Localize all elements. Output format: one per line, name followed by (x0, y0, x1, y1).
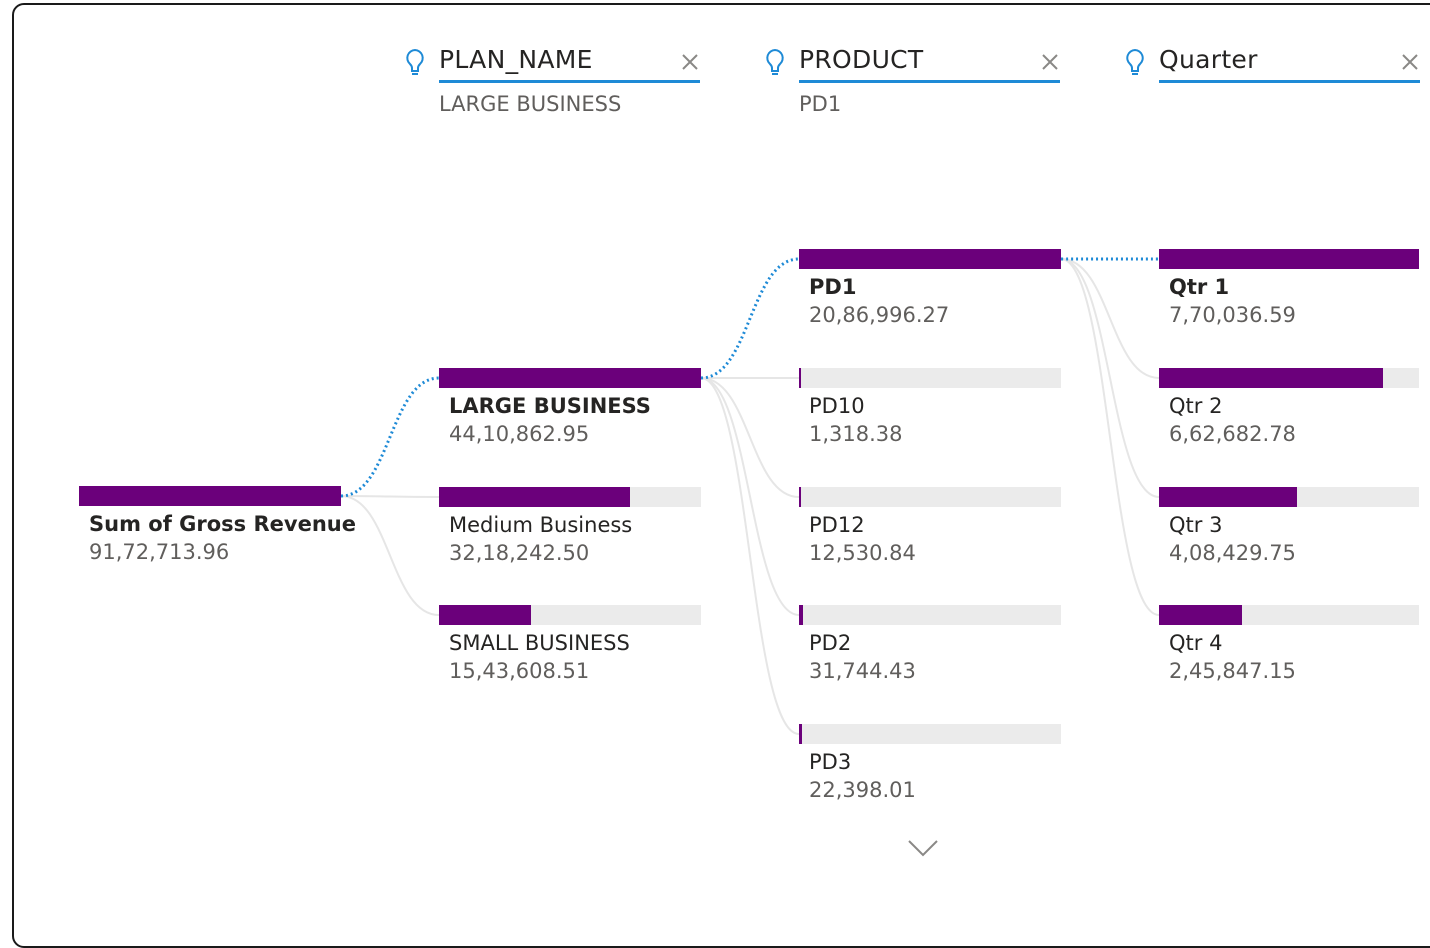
node-label: Sum of Gross Revenue (89, 512, 356, 536)
node-label: SMALL BUSINESS (449, 631, 630, 655)
node-value: 7,70,036.59 (1169, 303, 1296, 327)
level-header-label[interactable]: PLAN_NAME (439, 45, 593, 74)
header-underline (439, 80, 700, 83)
tree-node[interactable]: Qtr 3 4,08,429.75 (1159, 487, 1419, 583)
node-label: Medium Business (449, 513, 633, 537)
node-value: 15,43,608.51 (449, 659, 590, 683)
tree-node[interactable]: Qtr 2 6,62,682.78 (1159, 368, 1419, 464)
bar-fill (439, 605, 531, 625)
node-label: PD1 (809, 275, 857, 299)
node-label: LARGE BUSINESS (449, 394, 651, 418)
level-selection: PD1 (799, 92, 842, 116)
connector (700, 377, 800, 616)
bar-track (1159, 368, 1419, 388)
bar-track (1159, 487, 1419, 507)
node-label: PD3 (809, 750, 852, 774)
level-header-label[interactable]: PRODUCT (799, 45, 924, 74)
connector (700, 377, 800, 498)
node-label: Qtr 4 (1169, 631, 1223, 655)
bar-fill (1159, 249, 1419, 269)
node-value: 12,530.84 (809, 541, 916, 565)
bar-track (79, 486, 341, 506)
close-icon[interactable] (1040, 52, 1060, 72)
connector-layer (340, 257, 1160, 735)
bar-track (799, 249, 1061, 269)
node-value: 4,08,429.75 (1169, 541, 1296, 565)
bar-fill (799, 605, 803, 625)
tree-node[interactable]: Qtr 4 2,45,847.15 (1159, 605, 1419, 701)
bar-fill (1159, 368, 1383, 388)
bar-track (439, 368, 701, 388)
bar-fill (439, 368, 701, 388)
close-icon[interactable] (1400, 52, 1420, 72)
chevron-down-icon[interactable] (906, 836, 940, 860)
node-value: 6,62,682.78 (1169, 422, 1296, 446)
node-label: Qtr 2 (1169, 394, 1223, 418)
node-label: PD10 (809, 394, 865, 418)
bar-track (439, 605, 701, 625)
connector (700, 377, 800, 735)
bar-track (1159, 605, 1419, 625)
bar-track (799, 487, 1061, 507)
node-label: PD12 (809, 513, 865, 537)
bar-track (799, 368, 1061, 388)
tree-node[interactable]: PD3 22,398.01 (799, 724, 1061, 820)
tree-node[interactable]: PD1 20,86,996.27 (799, 249, 1061, 345)
connector (1060, 258, 1160, 616)
connector (1060, 258, 1160, 379)
tree-node[interactable]: PD2 31,744.43 (799, 605, 1061, 701)
tree-node[interactable]: PD12 12,530.84 (799, 487, 1061, 583)
tree-node[interactable]: LARGE BUSINESS 44,10,862.95 (439, 368, 701, 464)
node-label: Qtr 1 (1169, 275, 1230, 299)
node-value: 20,86,996.27 (809, 303, 950, 327)
connector (1060, 258, 1160, 498)
selected-path-connector (700, 257, 800, 380)
lightbulb-icon[interactable] (763, 48, 787, 78)
node-value: 2,45,847.15 (1169, 659, 1296, 683)
tree-node[interactable]: Qtr 1 7,70,036.59 (1159, 249, 1419, 345)
bar-fill (799, 249, 1061, 269)
bar-fill (799, 368, 802, 388)
bar-fill (1159, 487, 1297, 507)
bar-fill (799, 724, 802, 744)
lightbulb-icon[interactable] (1123, 48, 1147, 78)
level-selection: LARGE BUSINESS (439, 92, 622, 116)
node-label: Qtr 3 (1169, 513, 1223, 537)
tree-node-root[interactable]: Sum of Gross Revenue 91,72,713.96 (79, 486, 356, 582)
close-icon[interactable] (680, 52, 700, 72)
node-value: 91,72,713.96 (89, 540, 230, 564)
bar-track (799, 605, 1061, 625)
level-header-label[interactable]: Quarter (1159, 45, 1258, 74)
bar-fill (799, 487, 802, 507)
tree-node[interactable]: Medium Business 32,18,242.50 (439, 487, 701, 583)
node-value: 1,318.38 (809, 422, 903, 446)
node-value: 31,744.43 (809, 659, 916, 683)
bar-track (439, 487, 701, 507)
header-underline (799, 80, 1060, 83)
bar-fill (1159, 605, 1243, 625)
lightbulb-icon[interactable] (403, 48, 427, 78)
node-value: 22,398.01 (809, 778, 916, 802)
node-label: PD2 (809, 631, 852, 655)
tree-node[interactable]: SMALL BUSINESS 15,43,608.51 (439, 605, 701, 701)
bar-fill (79, 486, 341, 506)
bar-track (799, 724, 1061, 744)
node-value: 32,18,242.50 (449, 541, 590, 565)
connector (340, 495, 440, 498)
node-value: 44,10,862.95 (449, 422, 590, 446)
header-underline (1159, 80, 1420, 83)
selected-path-connector (340, 376, 440, 498)
tree-node[interactable]: PD10 1,318.38 (799, 368, 1061, 464)
bar-fill (439, 487, 631, 507)
bar-track (1159, 249, 1419, 269)
